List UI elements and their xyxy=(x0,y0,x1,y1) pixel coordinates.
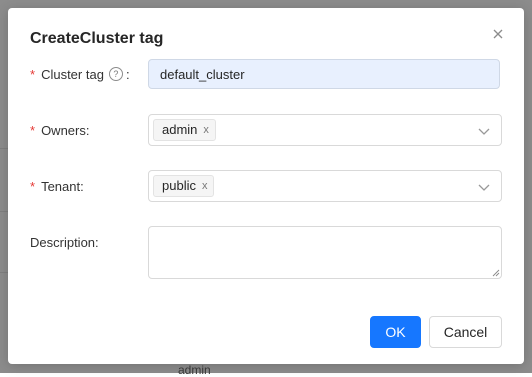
required-marker: * xyxy=(30,66,36,82)
description-label: Description: xyxy=(30,233,99,251)
cluster-tag-input[interactable] xyxy=(148,59,500,89)
owners-select[interactable]: admin x xyxy=(148,114,502,146)
chevron-down-icon[interactable] xyxy=(477,124,491,138)
tenant-label-text: Tenant: xyxy=(41,178,84,194)
owners-label: * Owners: xyxy=(30,121,89,139)
cancel-button[interactable]: Cancel xyxy=(429,316,502,348)
description-label-text: Description: xyxy=(30,234,99,250)
label-colon: : xyxy=(125,66,130,82)
cluster-tag-label-text: Cluster tag xyxy=(41,66,104,82)
cluster-tag-label: * Cluster tag ? : xyxy=(30,65,130,83)
owner-tag-label: admin xyxy=(162,122,198,137)
dialog-title: CreateCluster tag xyxy=(30,30,164,47)
question-circle-icon[interactable]: ? xyxy=(108,67,123,81)
create-cluster-tag-dialog: CreateCluster tag * Cluster tag ? : * Ow… xyxy=(8,8,524,364)
description-textarea[interactable] xyxy=(148,226,502,279)
close-icon[interactable] xyxy=(491,27,505,41)
tag-close-icon[interactable]: x xyxy=(202,176,208,196)
owners-label-text: Owners: xyxy=(41,122,90,138)
tenant-tag: public x xyxy=(153,175,215,197)
tenant-tag-label: public xyxy=(162,178,196,193)
ok-button[interactable]: OK xyxy=(370,316,421,348)
required-marker: * xyxy=(30,122,36,138)
required-marker: * xyxy=(30,178,36,194)
tenant-label: * Tenant: xyxy=(30,177,84,195)
tenant-select[interactable]: public x xyxy=(148,170,502,202)
background-cell-text: admin xyxy=(178,363,211,377)
chevron-down-icon[interactable] xyxy=(477,180,491,194)
resize-handle-icon[interactable] xyxy=(492,269,500,277)
tag-close-icon[interactable]: x xyxy=(203,120,209,140)
owner-tag: admin x xyxy=(153,119,216,141)
